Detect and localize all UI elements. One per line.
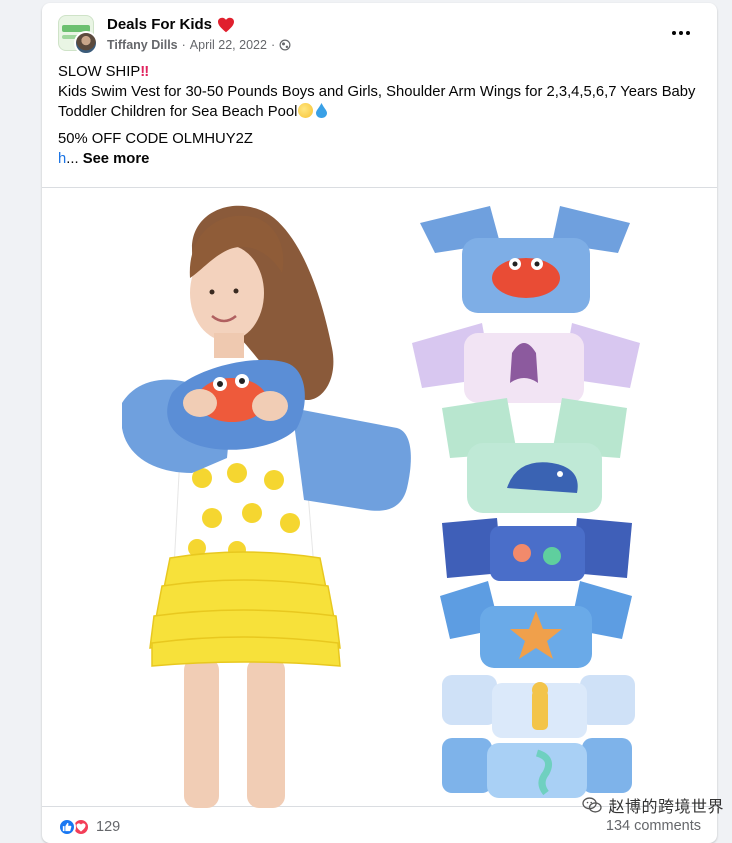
post-header: Deals For Kids Tiffany Dills · April 22,… (58, 15, 701, 57)
group-name[interactable]: Deals For Kids (107, 16, 212, 33)
post-image[interactable] (42, 187, 717, 808)
product-photo (122, 205, 640, 808)
vest-design-dinosaur (442, 398, 627, 513)
vest-design-starfish (440, 581, 632, 668)
globe-icon[interactable] (279, 39, 291, 51)
vest-design-ocean-friends (442, 518, 632, 581)
post-meta: Tiffany Dills · April 22, 2022 · (107, 38, 291, 52)
post-footer: 129 134 comments (58, 815, 701, 841)
more-options-button[interactable] (667, 21, 695, 45)
meta-separator: · (181, 38, 186, 52)
meta-separator: · (270, 38, 276, 52)
vest-design-mermaid (412, 323, 640, 403)
more-options-icon (672, 31, 676, 35)
reactions-summary[interactable]: 129 (58, 818, 120, 836)
girl-figure (122, 205, 411, 808)
see-more-line: h... See more (58, 149, 708, 169)
vest-design-giraffe (442, 675, 635, 738)
post-line-2: Kids Swim Vest for 30-50 Pounds Boys and… (58, 84, 696, 120)
vest-design-crab (420, 206, 630, 313)
group-name-link[interactable]: Deals For Kids (107, 16, 235, 33)
author-name[interactable]: Tiffany Dills (107, 38, 178, 52)
vest-design-seahorse (442, 738, 632, 798)
post-body: SLOW SHIP‼ Kids Swim Vest for 30-50 Poun… (58, 62, 708, 169)
author-avatar[interactable] (74, 31, 98, 55)
watermark: 赵博的跨境世界 (582, 793, 724, 817)
sun-face-icon (298, 103, 314, 118)
red-heart-icon (218, 17, 235, 32)
post-card: Deals For Kids Tiffany Dills · April 22,… (42, 3, 717, 843)
watermark-text: 赵博的跨境世界 (608, 797, 724, 816)
ellipsis: ... (66, 151, 79, 167)
reaction-count[interactable]: 129 (96, 819, 120, 835)
like-reaction-icon (58, 818, 76, 836)
post-line-3: 50% OFF CODE OLMHUY2Z (58, 131, 253, 147)
droplet-icon (316, 103, 328, 118)
post-line-1: SLOW SHIP‼ (58, 64, 149, 80)
truncated-link[interactable]: h (58, 151, 66, 167)
see-more-button[interactable]: See more (83, 151, 150, 167)
comments-count[interactable]: 134 comments (606, 818, 701, 834)
group-avatar-stack[interactable] (58, 15, 98, 55)
post-date[interactable]: April 22, 2022 (190, 38, 267, 52)
double-exclamation-icon: ‼ (140, 64, 149, 80)
wechat-icon (582, 797, 603, 813)
